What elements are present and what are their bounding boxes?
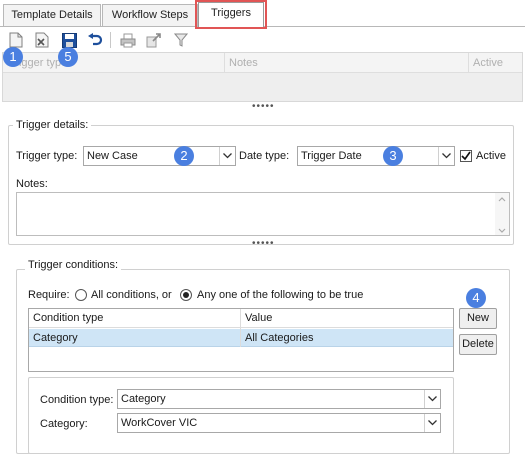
annotation-badge-4: 4: [466, 288, 486, 308]
active-label: Active: [476, 150, 506, 162]
trigger-type-label: Trigger type:: [16, 150, 78, 162]
chevron-down-icon[interactable]: [438, 147, 454, 165]
condition-type-dropdown[interactable]: Category: [117, 389, 441, 409]
tab-triggers[interactable]: Triggers: [198, 2, 264, 28]
delete-condition-button[interactable]: Delete: [459, 334, 497, 355]
date-type-value: Trigger Date: [301, 150, 362, 162]
column-header-notes[interactable]: Notes: [229, 57, 258, 69]
trigger-type-value: New Case: [87, 150, 138, 162]
tab-label: Workflow Steps: [111, 9, 189, 21]
radio-all-conditions[interactable]: [75, 289, 87, 301]
condition-type-value: Category: [121, 393, 166, 405]
any-condition-label[interactable]: Any one of the following to be true: [197, 289, 363, 301]
row-value: All Categories: [245, 332, 314, 344]
splitter-grip[interactable]: •••••: [252, 239, 274, 249]
active-checkbox[interactable]: [460, 150, 472, 162]
chevron-down-icon[interactable]: [424, 390, 440, 408]
chevron-down-icon[interactable]: [424, 414, 440, 432]
table-row[interactable]: Category All Categories: [29, 329, 453, 347]
column-divider: [240, 309, 241, 347]
checkmark-icon: [461, 151, 471, 161]
notes-label: Notes:: [16, 178, 48, 190]
annotation-badge-2: 2: [174, 146, 194, 166]
toolbar-separator: [110, 32, 111, 48]
tab-template-details[interactable]: Template Details: [3, 4, 101, 27]
category-value: WorkCover VIC: [121, 417, 198, 429]
grid-header: Trigger type Notes Active: [3, 53, 522, 73]
row-condition-type: Category: [33, 332, 78, 344]
chevron-down-icon[interactable]: [219, 147, 235, 165]
column-divider: [224, 53, 225, 73]
toolbar: [2, 28, 523, 52]
column-header-active[interactable]: Active: [473, 57, 503, 69]
trigger-conditions-title: Trigger conditions:: [25, 259, 122, 271]
require-label: Require:: [28, 289, 70, 301]
notes-scrollbar[interactable]: [495, 193, 509, 235]
tab-workflow-steps[interactable]: Workflow Steps: [102, 4, 198, 27]
conditions-table-header: Condition type Value: [29, 309, 453, 328]
triggers-grid[interactable]: Trigger type Notes Active: [2, 52, 523, 102]
column-header-condition-type[interactable]: Condition type: [33, 312, 103, 324]
condition-type-label: Condition type:: [40, 394, 114, 406]
trigger-details-title: Trigger details:: [13, 119, 92, 131]
print-icon[interactable]: [119, 31, 137, 49]
date-type-label: Date type:: [239, 150, 290, 162]
undo-icon[interactable]: [86, 31, 104, 49]
annotation-badge-5: 5: [58, 47, 78, 67]
category-label: Category:: [40, 418, 88, 430]
annotation-badge-3: 3: [383, 146, 403, 166]
conditions-table[interactable]: Condition type Value Category All Catego…: [28, 308, 454, 372]
filter-icon[interactable]: [172, 31, 190, 49]
tab-label: Template Details: [11, 9, 93, 21]
delete-document-icon[interactable]: [33, 31, 51, 49]
date-type-dropdown[interactable]: Trigger Date: [297, 146, 455, 166]
export-icon[interactable]: [145, 31, 163, 49]
column-header-value[interactable]: Value: [245, 312, 272, 324]
splitter-grip[interactable]: •••••: [252, 102, 274, 112]
tab-strip: Template Details Workflow Steps Triggers: [0, 0, 525, 28]
category-dropdown[interactable]: WorkCover VIC: [117, 413, 441, 433]
column-divider: [468, 53, 469, 73]
all-conditions-label[interactable]: All conditions, or: [91, 289, 172, 301]
new-condition-button[interactable]: New: [459, 308, 497, 329]
notes-field[interactable]: [16, 192, 510, 236]
annotation-badge-1: 1: [3, 47, 23, 67]
radio-any-condition[interactable]: [180, 289, 192, 301]
tab-label: Triggers: [211, 7, 251, 19]
trigger-type-dropdown[interactable]: New Case: [83, 146, 236, 166]
